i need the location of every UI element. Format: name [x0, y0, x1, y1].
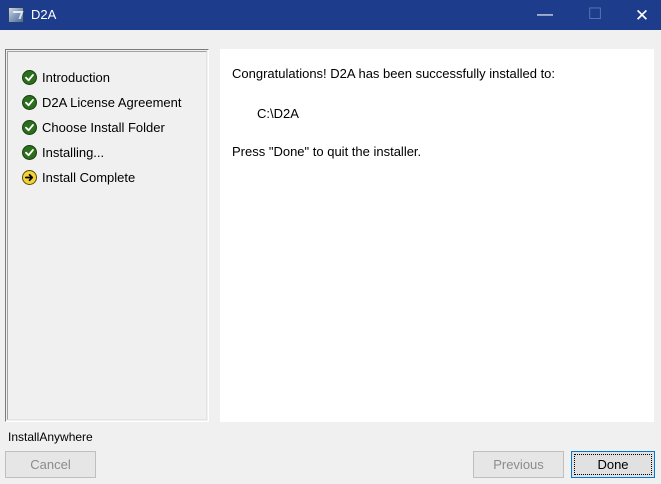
installer-app-icon[interactable]	[8, 7, 24, 23]
check-icon	[22, 120, 37, 135]
step-label: Choose Install Folder	[42, 120, 165, 135]
step-label: Introduction	[42, 70, 110, 85]
arrow-right-icon	[22, 170, 37, 185]
installer-brand-label: InstallAnywhere	[8, 430, 93, 444]
step-introduction: Introduction	[22, 65, 181, 90]
maximize-icon[interactable]: ☐	[572, 0, 618, 30]
check-icon	[22, 70, 37, 85]
step-label: Installing...	[42, 145, 105, 160]
step-installing: Installing...	[22, 140, 181, 165]
check-icon	[22, 95, 37, 110]
cancel-button[interactable]: Cancel	[5, 451, 96, 478]
steps-panel: Introduction D2A License Agreement Choos…	[5, 49, 209, 422]
step-install-complete: Install Complete	[22, 165, 181, 190]
check-icon	[22, 145, 37, 160]
step-choose-install-folder: Choose Install Folder	[22, 115, 181, 140]
step-label: D2A License Agreement	[42, 95, 182, 110]
step-license-agreement: D2A License Agreement	[22, 90, 181, 115]
content-panel: Congratulations! D2A has been successful…	[220, 49, 654, 422]
install-steps-list: Introduction D2A License Agreement Choos…	[22, 65, 181, 190]
step-label: Install Complete	[42, 170, 136, 185]
window-title: D2A	[31, 7, 57, 22]
close-icon[interactable]: ✕	[619, 0, 661, 30]
done-instruction: Press "Done" to quit the installer.	[232, 144, 422, 159]
done-button-label: Done	[597, 457, 629, 472]
minimize-icon[interactable]: —	[522, 0, 568, 30]
success-message: Congratulations! D2A has been successful…	[232, 66, 556, 81]
install-path: C:\D2A	[257, 106, 299, 121]
previous-button[interactable]: Previous	[473, 451, 564, 478]
done-button[interactable]: Done	[571, 451, 655, 478]
title-bar[interactable]: D2A — ☐ ✕	[0, 0, 661, 30]
